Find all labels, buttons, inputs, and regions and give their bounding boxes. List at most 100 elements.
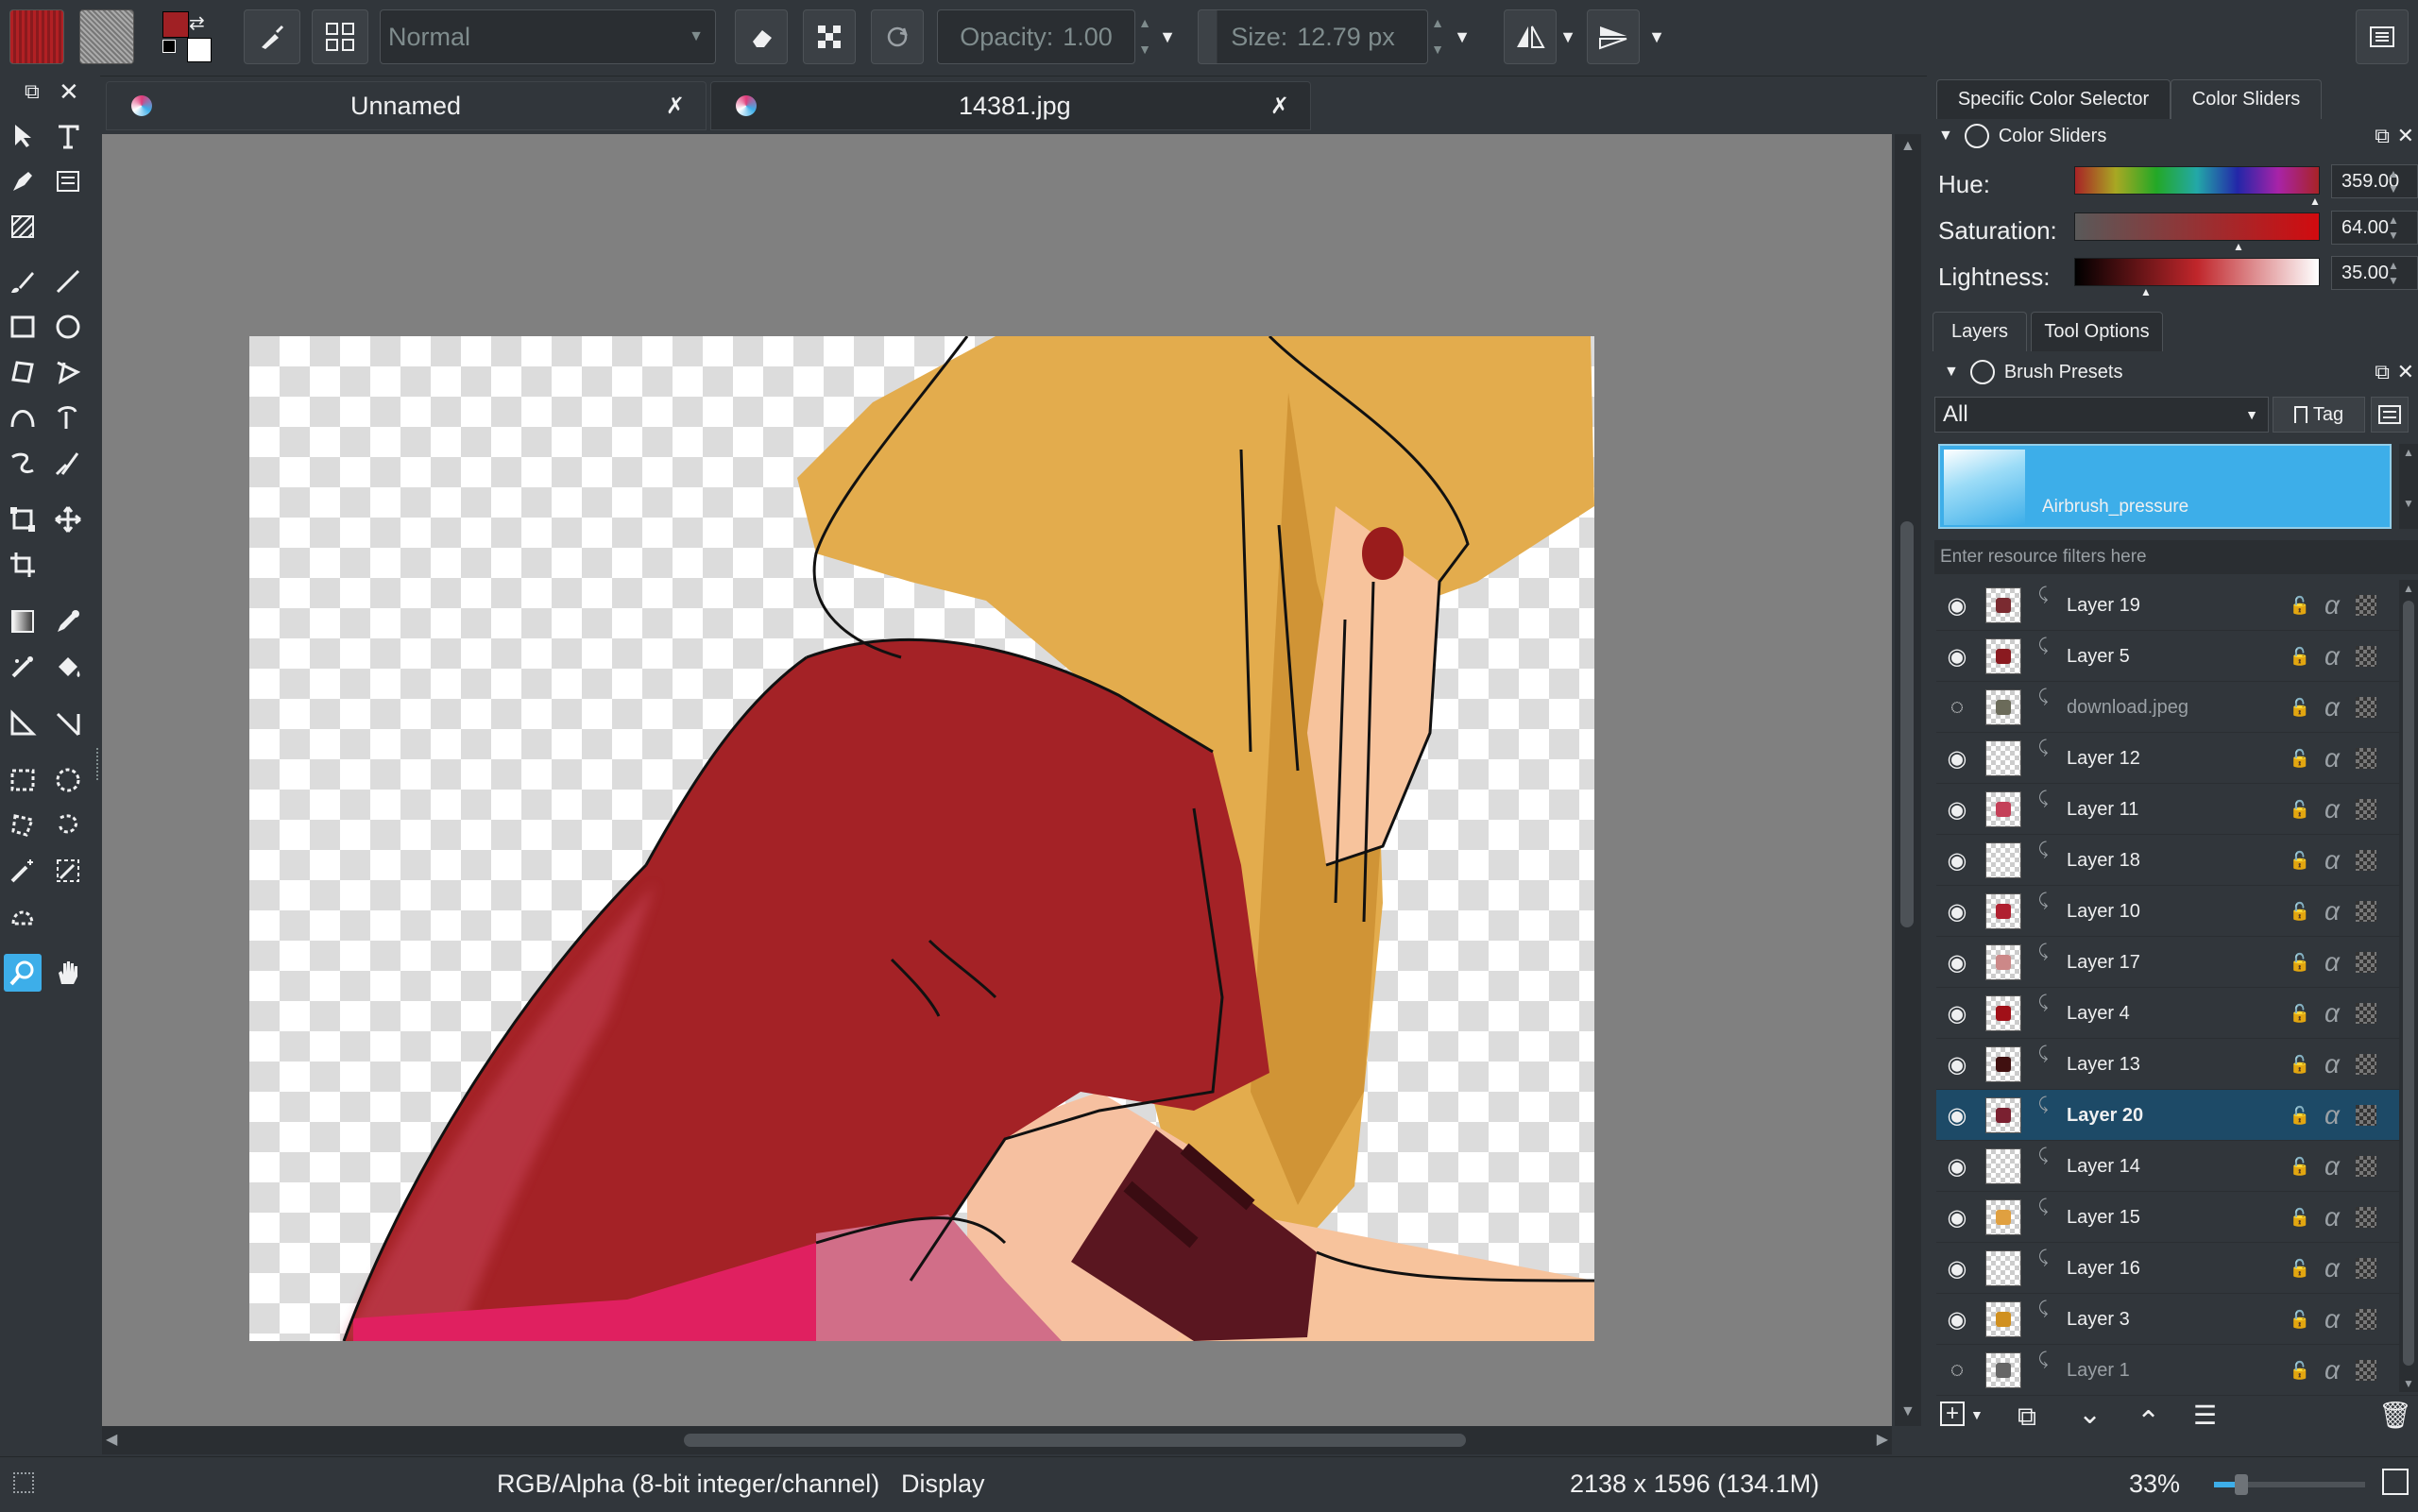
- zoom-tool[interactable]: [4, 954, 42, 992]
- float-docker-icon[interactable]: ⧉: [25, 79, 40, 104]
- alpha-inherit-icon[interactable]: α: [2318, 733, 2346, 784]
- layer-row[interactable]: ◉ ⤹ Layer 13 🔓 α: [1936, 1039, 2418, 1090]
- alpha-lock-icon[interactable]: [2352, 886, 2380, 937]
- select-shapes-tool[interactable]: [4, 117, 42, 155]
- lock-icon[interactable]: 🔓: [2286, 1192, 2314, 1243]
- ellipse-tool[interactable]: [49, 308, 87, 346]
- brush-editor-button[interactable]: [312, 9, 368, 64]
- layer-name[interactable]: Layer 19: [2067, 580, 2140, 631]
- eye-icon[interactable]: ◉: [1938, 1141, 1976, 1192]
- collapse-arrow-icon[interactable]: ▼: [1938, 127, 1953, 144]
- alpha-inherit-icon[interactable]: α: [2318, 886, 2346, 937]
- layer-row[interactable]: ◉ ⤹ Layer 12 🔓 α: [1936, 733, 2418, 784]
- swap-colors-icon[interactable]: ⇄: [189, 11, 205, 35]
- eye-icon[interactable]: ◉: [1938, 784, 1976, 835]
- tab-14381-jpg[interactable]: 14381.jpg ✗: [710, 81, 1311, 130]
- vertical-scroll-thumb[interactable]: [1900, 521, 1914, 927]
- pan-tool[interactable]: [49, 954, 87, 992]
- hue-spinner[interactable]: ▲ ▼: [2388, 166, 2399, 196]
- selection-indicator-icon[interactable]: [13, 1472, 34, 1493]
- alpha-lock-icon[interactable]: [2352, 937, 2380, 988]
- alpha-inherit-icon[interactable]: α: [2318, 1192, 2346, 1243]
- calligraphy-tool[interactable]: [49, 162, 87, 200]
- zoom-slider[interactable]: [2214, 1474, 2365, 1495]
- similar-selection-tool[interactable]: [49, 852, 87, 890]
- reload-preset-button[interactable]: [871, 9, 924, 64]
- horizontal-scrollbar[interactable]: ◀ ▶: [102, 1426, 1892, 1454]
- lock-icon[interactable]: 🔓: [2286, 1090, 2314, 1141]
- contiguous-selection-tool[interactable]: [4, 852, 42, 890]
- layer-name[interactable]: Layer 20: [2067, 1090, 2143, 1141]
- lock-icon[interactable]: 🔓: [2286, 682, 2314, 733]
- lock-icon[interactable]: 🔓: [2286, 937, 2314, 988]
- saturation-spinner[interactable]: ▲ ▼: [2388, 212, 2399, 243]
- polygonal-selection-tool[interactable]: [4, 807, 42, 844]
- reset-colors-icon[interactable]: [162, 40, 176, 53]
- transform-tool[interactable]: [4, 501, 42, 538]
- lock-icon[interactable]: 🔓: [2286, 784, 2314, 835]
- scroll-down-arrow[interactable]: ▼: [2403, 1377, 2414, 1390]
- alpha-lock-icon[interactable]: [2352, 682, 2380, 733]
- foreground-color-swatch[interactable]: [162, 11, 189, 38]
- color-picker-tool[interactable]: [49, 603, 87, 640]
- brush-preset-button[interactable]: [244, 9, 300, 64]
- alpha-lock-icon[interactable]: [2352, 580, 2380, 631]
- close-tab-icon[interactable]: ✗: [666, 93, 685, 120]
- layer-row[interactable]: ◉ ⤹ Layer 16 🔓 α: [1936, 1243, 2418, 1294]
- alpha-inherit-icon[interactable]: α: [2318, 580, 2346, 631]
- tab-tool-options[interactable]: Tool Options: [2031, 312, 2163, 351]
- alpha-lock-icon[interactable]: [2352, 733, 2380, 784]
- close-docker-icon[interactable]: ✕: [2397, 124, 2414, 148]
- mirror-vertical-caret[interactable]: ▼: [1647, 9, 1666, 64]
- alpha-inherit-icon[interactable]: α: [2318, 1090, 2346, 1141]
- eye-icon[interactable]: ◉: [1938, 580, 1976, 631]
- layer-name[interactable]: Layer 17: [2067, 937, 2140, 988]
- alpha-lock-icon[interactable]: [2352, 1039, 2380, 1090]
- mirror-vertical-button[interactable]: [1587, 9, 1640, 64]
- eraser-mode-button[interactable]: [735, 9, 788, 64]
- delete-layer-icon[interactable]: 🗑: [2378, 1400, 2412, 1431]
- fill-pattern-tool[interactable]: [4, 208, 42, 246]
- alpha-inherit-icon[interactable]: α: [2318, 1294, 2346, 1345]
- blend-mode-select[interactable]: Normal ▼: [380, 9, 716, 64]
- alpha-inherit-icon[interactable]: α: [2318, 988, 2346, 1039]
- presets-scrollbar[interactable]: ▲ ▼: [2399, 444, 2418, 529]
- rectangular-selection-tool[interactable]: [4, 761, 42, 799]
- layer-row[interactable]: ◉ ⤹ Layer 15 🔓 α: [1936, 1192, 2418, 1243]
- freehand-brush-tool[interactable]: [4, 263, 42, 300]
- gradient-preset-button[interactable]: [9, 9, 64, 64]
- dynamic-brush-tool[interactable]: [4, 444, 42, 482]
- layer-name[interactable]: Layer 4: [2067, 988, 2130, 1039]
- layer-row[interactable]: ◉ ⤹ Layer 5 🔓 α: [1936, 631, 2418, 682]
- alpha-lock-icon[interactable]: [2352, 1294, 2380, 1345]
- alpha-lock-icon[interactable]: [2352, 784, 2380, 835]
- alpha-lock-icon[interactable]: [2352, 835, 2380, 886]
- toolbox-resize-handle[interactable]: [96, 748, 101, 780]
- layer-row[interactable]: ◌ ⤹ Layer 1 🔓 α: [1936, 1345, 2418, 1396]
- docker-lock-icon[interactable]: [1964, 124, 1989, 148]
- float-docker-icon[interactable]: ⧉: [2375, 124, 2390, 148]
- saturation-slider-handle[interactable]: ▲: [2233, 240, 2244, 253]
- hue-slider-handle[interactable]: ▲: [2309, 195, 2321, 208]
- eye-icon[interactable]: ◉: [1938, 1243, 1976, 1294]
- workspace-chooser-button[interactable]: [2356, 9, 2409, 64]
- layer-name[interactable]: Layer 12: [2067, 733, 2140, 784]
- tab-layers[interactable]: Layers: [1933, 312, 2027, 351]
- zoom-slider-handle[interactable]: [2235, 1474, 2248, 1495]
- lock-icon[interactable]: 🔓: [2286, 1243, 2314, 1294]
- layer-row[interactable]: ◉ ⤹ Layer 10 🔓 α: [1936, 886, 2418, 937]
- alpha-inherit-icon[interactable]: α: [2318, 682, 2346, 733]
- tag-filter-select[interactable]: All ▼: [1934, 397, 2269, 433]
- layer-name[interactable]: Layer 18: [2067, 835, 2140, 886]
- scroll-up-arrow[interactable]: ▲: [2403, 582, 2414, 595]
- crop-tool[interactable]: [4, 546, 42, 584]
- tab-specific-color-selector[interactable]: Specific Color Selector: [1936, 79, 2171, 119]
- alpha-lock-icon[interactable]: [2352, 988, 2380, 1039]
- alpha-inherit-icon[interactable]: α: [2318, 1243, 2346, 1294]
- tag-button[interactable]: Tag: [2273, 397, 2365, 433]
- layer-row[interactable]: ◉ ⤹ Layer 11 🔓 α: [1936, 784, 2418, 835]
- layer-name[interactable]: Layer 3: [2067, 1294, 2130, 1345]
- multibrush-tool[interactable]: [49, 444, 87, 482]
- lock-icon[interactable]: 🔓: [2286, 1294, 2314, 1345]
- eye-icon[interactable]: ◉: [1938, 733, 1976, 784]
